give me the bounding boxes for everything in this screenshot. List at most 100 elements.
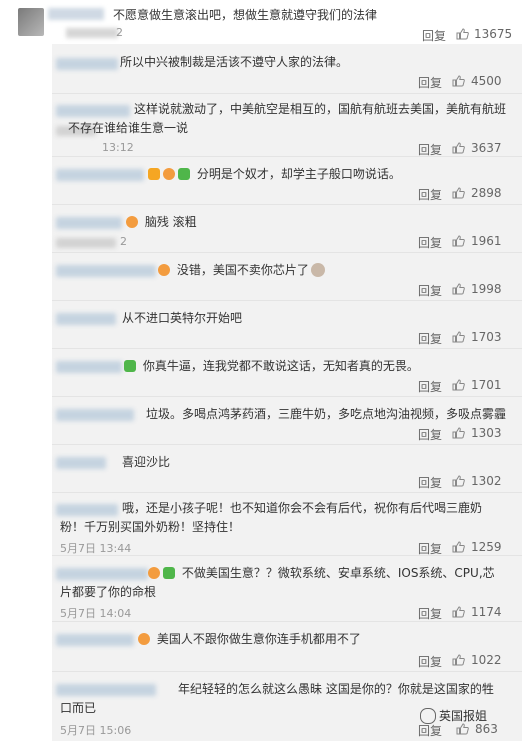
level-badge-icon — [148, 567, 160, 579]
reply-text: 哦，还是小孩子呢！也不知道你会不会有后代，祝你有后代喝三鹿奶 — [122, 501, 483, 515]
like-count: 2898 — [471, 186, 502, 200]
like-count: 1259 — [471, 540, 502, 554]
list-item: 不做美国生意？？微软系统、安卓系统、IOS系统、CPU,芯 片都要了你的命根 5… — [52, 556, 522, 622]
reply-time: 2 — [120, 235, 127, 248]
thumbs-up-icon — [452, 427, 465, 439]
reply-button[interactable]: 回复 — [418, 722, 442, 739]
reply-button[interactable]: 回复 — [418, 426, 442, 443]
like-count: 1703 — [471, 330, 502, 344]
emoji-grin-icon — [310, 263, 325, 277]
reply-time: 5月7日 14:04 — [60, 607, 132, 620]
like-button[interactable]: 1998 — [452, 282, 502, 296]
thumbs-up-icon — [452, 235, 465, 247]
username-blurred[interactable] — [56, 105, 130, 117]
like-button[interactable]: 13675 — [456, 27, 512, 41]
username-blurred[interactable] — [48, 8, 104, 20]
thumbs-up-icon — [452, 654, 465, 666]
thumbs-up-icon — [452, 75, 465, 87]
like-count: 1302 — [471, 474, 502, 488]
list-item: 你真牛逼，连我党都不敢说这话，无知者真的无畏。 回复 1701 — [52, 349, 522, 397]
like-count: 1303 — [471, 426, 502, 440]
wechat-logo-icon — [420, 708, 436, 724]
reply-button[interactable]: 回复 — [418, 234, 442, 251]
like-button[interactable]: 1701 — [452, 378, 502, 392]
list-item: 美国人不跟你做生意你连手机都用不了 回复 1022 — [52, 622, 522, 672]
reply-text: 分明是个奴才，却学主子般口吻说话。 — [196, 167, 401, 181]
username-blurred[interactable] — [56, 217, 122, 229]
level-badge-icon — [163, 168, 175, 180]
reply-text-continued: 口而已 — [60, 701, 97, 715]
reply-text-row: 没错，美国不卖你芯片了 — [158, 261, 325, 280]
reply-text-row: 你真牛逼，连我党都不敢说这话，无知者真的无畏。 — [124, 357, 419, 376]
timestamp-blurred — [56, 238, 116, 248]
comment-text: 不愿意做生意滚出吧，想做生意就遵守我们的法律 — [113, 8, 378, 22]
timestamp-blurred — [66, 28, 118, 38]
reply-text-continued: 粉！千万别买国外奶粉！坚持住！ — [60, 520, 241, 534]
reply-text: 年纪轻轻的怎么就这么愚昧 这国是你的？你就是这国家的牲 — [178, 682, 494, 696]
thumbs-up-icon — [452, 283, 465, 295]
thumbs-up-icon — [452, 541, 465, 553]
reply-button[interactable]: 回复 — [418, 605, 442, 622]
like-button[interactable]: 3637 — [452, 141, 502, 155]
reply-text: 你真牛逼，连我党都不敢说这话，无知者真的无畏。 — [142, 359, 419, 373]
reply-text-row: 脑残 滚粗 — [126, 213, 197, 232]
like-count: 1998 — [471, 282, 502, 296]
like-button[interactable]: 4500 — [452, 74, 502, 88]
list-item: 这样说就激动了，中美航空是相互的，国航有航班去美国，美航有航班 不存在谁给谁生意… — [52, 94, 522, 157]
member-badge-icon — [163, 567, 175, 579]
username-blurred[interactable] — [56, 169, 144, 181]
like-count: 4500 — [471, 74, 502, 88]
thumbs-up-icon — [456, 723, 469, 735]
thumbs-up-icon — [452, 379, 465, 391]
reply-text: 没错，美国不卖你芯片了 — [176, 263, 309, 277]
reply-button[interactable]: 回复 — [418, 474, 442, 491]
like-button[interactable]: 1303 — [452, 426, 502, 440]
username-blurred[interactable] — [56, 58, 118, 70]
like-button[interactable]: 1259 — [452, 540, 502, 554]
reply-button[interactable]: 回复 — [418, 186, 442, 203]
reply-text-continued: 不存在谁给谁生意一说 — [68, 121, 189, 135]
reply-button[interactable]: 回复 — [418, 282, 442, 299]
reply-time: 5月7日 15:06 — [60, 724, 132, 737]
username-blurred[interactable] — [56, 457, 106, 469]
reply-time: 13:12 — [102, 141, 134, 154]
member-badge-icon — [178, 168, 190, 180]
watermark-text: 英国报姐 — [439, 709, 488, 723]
avatar[interactable] — [18, 8, 44, 36]
reply-text: 不做美国生意？？微软系统、安卓系统、IOS系统、CPU,芯 — [181, 566, 495, 580]
username-blurred[interactable] — [56, 634, 134, 646]
like-count: 1961 — [471, 234, 502, 248]
like-button[interactable]: 1174 — [452, 605, 502, 619]
like-button[interactable]: 1703 — [452, 330, 502, 344]
username-blurred[interactable] — [56, 361, 122, 373]
like-button[interactable]: 1961 — [452, 234, 502, 248]
reply-button[interactable]: 回复 — [422, 27, 446, 44]
list-item: 喜迎沙比 回复 1302 — [52, 445, 522, 493]
like-count: 3637 — [471, 141, 502, 155]
reply-button[interactable]: 回复 — [418, 330, 442, 347]
username-blurred[interactable] — [56, 409, 134, 421]
username-blurred[interactable] — [56, 265, 156, 277]
like-count: 13675 — [474, 27, 513, 41]
like-count: 1174 — [471, 605, 502, 619]
level-badge-icon — [126, 216, 138, 228]
member-badge-icon — [124, 360, 136, 372]
like-button[interactable]: 1022 — [452, 653, 502, 667]
username-blurred[interactable] — [56, 504, 118, 516]
like-button[interactable]: 2898 — [452, 186, 502, 200]
like-count: 1022 — [471, 653, 502, 667]
list-item: 脑残 滚粗 2 回复 1961 — [52, 205, 522, 253]
like-button[interactable]: 1302 — [452, 474, 502, 488]
username-blurred[interactable] — [56, 684, 156, 696]
reply-button[interactable]: 回复 — [418, 74, 442, 91]
username-blurred[interactable] — [56, 568, 148, 580]
reply-button[interactable]: 回复 — [418, 653, 442, 670]
reply-text: 垃圾。多喝点鸿茅药酒，三鹿牛奶，多吃点地沟油视频，多吸点雾霾 — [146, 407, 507, 421]
thumbs-up-icon — [456, 28, 469, 40]
level-badge-icon — [138, 633, 150, 645]
thumbs-up-icon — [452, 475, 465, 487]
username-blurred[interactable] — [56, 313, 116, 325]
like-count: 863 — [475, 722, 498, 736]
reply-button[interactable]: 回复 — [418, 378, 442, 395]
like-button[interactable]: 863 — [456, 722, 498, 736]
